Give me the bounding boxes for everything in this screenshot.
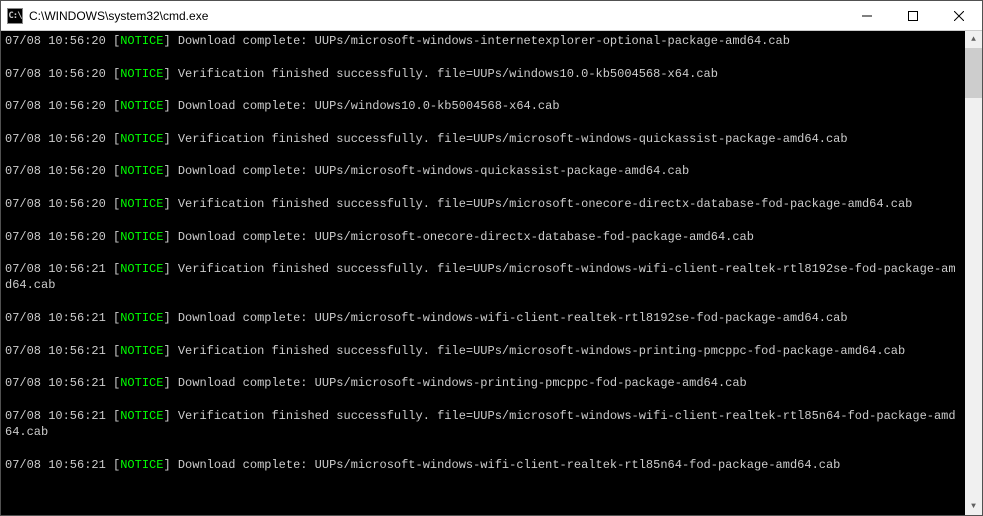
terminal-wrapper: 07/08 10:56:20 [NOTICE] Download complet…	[1, 31, 982, 515]
log-timestamp: 07/08 10:56:21	[5, 409, 106, 423]
log-level: NOTICE	[120, 99, 163, 113]
log-message: Verification finished successfully. file…	[178, 67, 718, 81]
log-message: Download complete: UUPs/microsoft-window…	[178, 311, 848, 325]
log-line: 07/08 10:56:21 [NOTICE] Download complet…	[5, 310, 961, 326]
log-level: NOTICE	[120, 311, 163, 325]
log-timestamp: 07/08 10:56:21	[5, 458, 106, 472]
log-level: NOTICE	[120, 409, 163, 423]
log-timestamp: 07/08 10:56:20	[5, 230, 106, 244]
log-line: 07/08 10:56:21 [NOTICE] Download complet…	[5, 375, 961, 391]
terminal-output[interactable]: 07/08 10:56:20 [NOTICE] Download complet…	[1, 31, 965, 515]
scroll-thumb[interactable]	[965, 48, 982, 98]
log-line: 07/08 10:56:20 [NOTICE] Download complet…	[5, 33, 961, 49]
log-message: Verification finished successfully. file…	[178, 344, 905, 358]
log-message: Verification finished successfully. file…	[178, 132, 848, 146]
log-level: NOTICE	[120, 262, 163, 276]
log-timestamp: 07/08 10:56:20	[5, 197, 106, 211]
log-line: 07/08 10:56:20 [NOTICE] Download complet…	[5, 98, 961, 114]
log-message: Verification finished successfully. file…	[178, 197, 913, 211]
log-line: 07/08 10:56:20 [NOTICE] Verification fin…	[5, 131, 961, 147]
log-message: Download complete: UUPs/microsoft-window…	[178, 376, 747, 390]
log-level: NOTICE	[120, 132, 163, 146]
log-line: 07/08 10:56:20 [NOTICE] Download complet…	[5, 163, 961, 179]
log-level: NOTICE	[120, 164, 163, 178]
window-title: C:\WINDOWS\system32\cmd.exe	[29, 9, 844, 23]
titlebar[interactable]: C:\ C:\WINDOWS\system32\cmd.exe	[1, 1, 982, 31]
log-message: Download complete: UUPs/microsoft-window…	[178, 164, 689, 178]
log-message: Download complete: UUPs/microsoft-onecor…	[178, 230, 754, 244]
log-message: Download complete: UUPs/microsoft-window…	[178, 458, 841, 472]
log-timestamp: 07/08 10:56:20	[5, 99, 106, 113]
scroll-down-arrow[interactable]: ▼	[965, 498, 982, 515]
log-level: NOTICE	[120, 34, 163, 48]
log-timestamp: 07/08 10:56:21	[5, 262, 106, 276]
log-level: NOTICE	[120, 344, 163, 358]
log-level: NOTICE	[120, 197, 163, 211]
minimize-button[interactable]	[844, 1, 890, 30]
maximize-button[interactable]	[890, 1, 936, 30]
log-line: 07/08 10:56:20 [NOTICE] Download complet…	[5, 229, 961, 245]
log-line: 07/08 10:56:21 [NOTICE] Verification fin…	[5, 408, 961, 441]
log-line: 07/08 10:56:21 [NOTICE] Verification fin…	[5, 343, 961, 359]
scroll-up-arrow[interactable]: ▲	[965, 31, 982, 48]
log-message: Download complete: UUPs/microsoft-window…	[178, 34, 790, 48]
log-level: NOTICE	[120, 376, 163, 390]
log-timestamp: 07/08 10:56:20	[5, 67, 106, 81]
log-line: 07/08 10:56:21 [NOTICE] Verification fin…	[5, 261, 961, 294]
log-timestamp: 07/08 10:56:21	[5, 376, 106, 390]
log-line: 07/08 10:56:20 [NOTICE] Verification fin…	[5, 66, 961, 82]
log-line: 07/08 10:56:21 [NOTICE] Download complet…	[5, 457, 961, 473]
window-controls	[844, 1, 982, 30]
cmd-icon: C:\	[7, 8, 23, 24]
log-level: NOTICE	[120, 230, 163, 244]
log-timestamp: 07/08 10:56:20	[5, 132, 106, 146]
log-level: NOTICE	[120, 67, 163, 81]
log-timestamp: 07/08 10:56:20	[5, 164, 106, 178]
scrollbar[interactable]: ▲ ▼	[965, 31, 982, 515]
log-line: 07/08 10:56:20 [NOTICE] Verification fin…	[5, 196, 961, 212]
log-timestamp: 07/08 10:56:21	[5, 311, 106, 325]
log-level: NOTICE	[120, 458, 163, 472]
log-timestamp: 07/08 10:56:21	[5, 344, 106, 358]
log-message: Download complete: UUPs/windows10.0-kb50…	[178, 99, 560, 113]
log-timestamp: 07/08 10:56:20	[5, 34, 106, 48]
close-button[interactable]	[936, 1, 982, 30]
